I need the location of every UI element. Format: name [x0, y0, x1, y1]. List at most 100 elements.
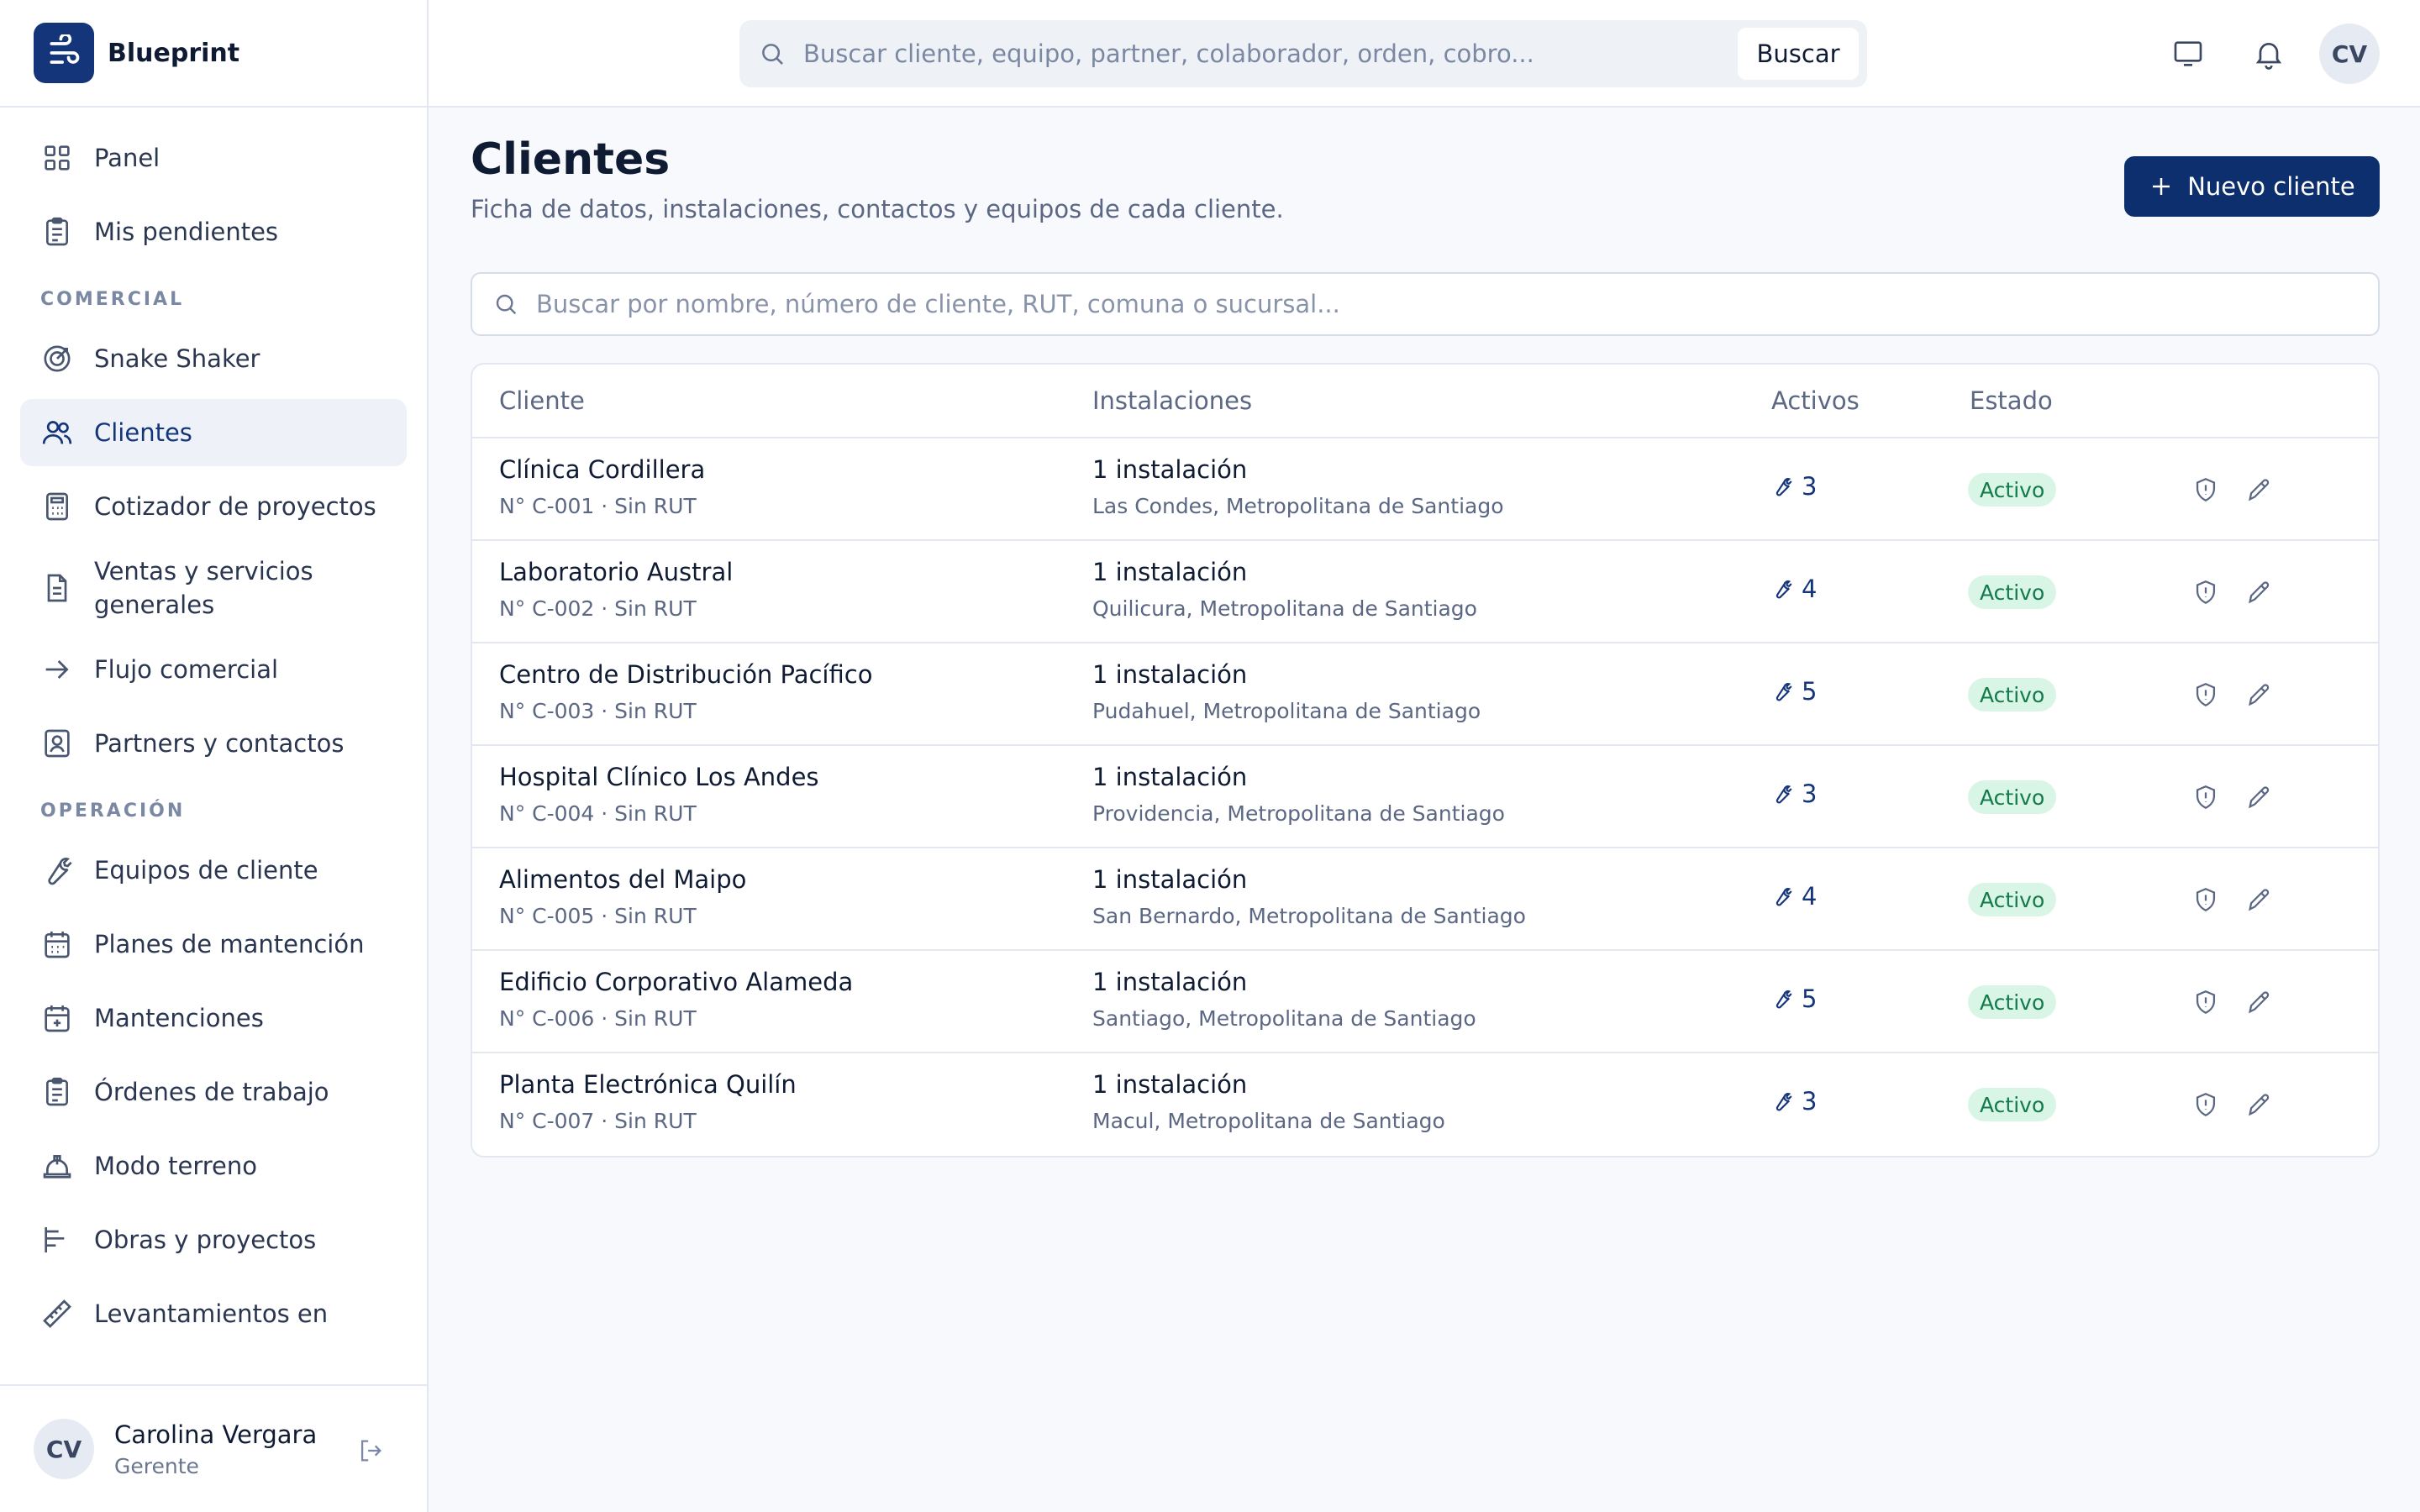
table-row[interactable]: Alimentos del Maipo N° C-005 · Sin RUT 1…	[472, 848, 2378, 951]
global-search-button[interactable]: Buscar	[1738, 28, 1859, 80]
client-name[interactable]: Clínica Cordillera	[499, 455, 705, 484]
client-name[interactable]: Hospital Clínico Los Andes	[499, 763, 819, 791]
edit-icon[interactable]	[2245, 885, 2274, 914]
top-avatar[interactable]: CV	[2319, 24, 2380, 84]
client-name[interactable]: Edificio Corporativo Alameda	[499, 968, 853, 996]
user-profile[interactable]: CV Carolina Vergara Gerente	[0, 1384, 427, 1512]
assets-value: 5	[1802, 984, 1818, 1013]
assets-count[interactable]: 3	[1771, 780, 1817, 808]
blueprint-logo-icon	[34, 23, 94, 83]
sidebar-item-mantenciones[interactable]: Mantenciones	[20, 984, 407, 1052]
sidebar-item-label: Partners y contactos	[94, 729, 345, 758]
header-activos[interactable]: Activos	[1771, 386, 1860, 415]
shield-icon[interactable]	[2191, 680, 2220, 709]
shield-icon[interactable]	[2191, 578, 2220, 606]
sidebar-item-ventas[interactable]: Ventas y servicios generales	[20, 547, 407, 629]
sidebar-nav: Panel Mis pendientes COMERCIAL Snake Sha…	[0, 108, 427, 1384]
assets-count[interactable]: 4	[1771, 575, 1817, 603]
installation-location: San Bernardo, Metropolitana de Santiago	[1092, 904, 1526, 928]
sidebar-item-obras[interactable]: Obras y proyectos	[20, 1206, 407, 1273]
sidebar-item-partners[interactable]: Partners y contactos	[20, 710, 407, 777]
sidebar-item-modo-terreno[interactable]: Modo terreno	[20, 1132, 407, 1200]
sidebar-item-label: Órdenes de trabajo	[94, 1078, 329, 1106]
edit-icon[interactable]	[2245, 783, 2274, 811]
sidebar-item-panel[interactable]: Panel	[20, 124, 407, 192]
client-search[interactable]: Buscar por nombre, número de cliente, RU…	[471, 272, 2380, 336]
assets-count[interactable]: 3	[1771, 1087, 1817, 1116]
wrench-icon	[1771, 475, 1793, 497]
user-avatar: CV	[34, 1419, 94, 1479]
global-search[interactable]: Buscar cliente, equipo, partner, colabor…	[739, 20, 1867, 87]
global-search-input[interactable]: Buscar cliente, equipo, partner, colabor…	[803, 39, 1738, 68]
table-row[interactable]: Edificio Corporativo Alameda N° C-006 · …	[472, 951, 2378, 1053]
table-row[interactable]: Clínica Cordillera N° C-001 · Sin RUT 1 …	[472, 438, 2378, 541]
installations-count: 1 instalación	[1092, 1070, 1248, 1099]
sidebar-item-flujo-comercial[interactable]: Flujo comercial	[20, 636, 407, 703]
installations-count: 1 instalación	[1092, 660, 1248, 689]
installation-location: Pudahuel, Metropolitana de Santiago	[1092, 699, 1481, 723]
sidebar-item-snake-shaker[interactable]: Snake Shaker	[20, 325, 407, 392]
topbar: Buscar cliente, equipo, partner, colabor…	[429, 0, 2420, 108]
shield-icon[interactable]	[2191, 1090, 2220, 1119]
bell-icon[interactable]	[2252, 37, 2286, 71]
edit-icon[interactable]	[2245, 988, 2274, 1016]
table-row[interactable]: Laboratorio Austral N° C-002 · Sin RUT 1…	[472, 541, 2378, 643]
sidebar-item-equipos[interactable]: Equipos de cliente	[20, 837, 407, 904]
table-row[interactable]: Centro de Distribución Pacífico N° C-003…	[472, 643, 2378, 746]
sidebar-item-levantamientos[interactable]: Levantamientos en	[20, 1280, 407, 1347]
status-badge: Activo	[1968, 678, 2057, 711]
plus-icon	[2149, 174, 2174, 199]
sidebar-item-label: Obras y proyectos	[94, 1226, 317, 1254]
edit-icon[interactable]	[2245, 680, 2274, 709]
client-number: N° C-004 · Sin RUT	[499, 801, 697, 826]
assets-count[interactable]: 3	[1771, 472, 1817, 501]
client-name[interactable]: Alimentos del Maipo	[499, 865, 746, 894]
client-name[interactable]: Laboratorio Austral	[499, 558, 733, 586]
installation-location: Quilicura, Metropolitana de Santiago	[1092, 596, 1477, 621]
installation-location: Santiago, Metropolitana de Santiago	[1092, 1006, 1476, 1031]
assets-value: 3	[1802, 780, 1818, 808]
sidebar-item-ordenes[interactable]: Órdenes de trabajo	[20, 1058, 407, 1126]
table-row[interactable]: Hospital Clínico Los Andes N° C-004 · Si…	[472, 746, 2378, 848]
table-row[interactable]: Planta Electrónica Quilín N° C-007 · Sin…	[472, 1053, 2378, 1156]
edit-icon[interactable]	[2245, 1090, 2274, 1119]
shield-icon[interactable]	[2191, 475, 2220, 504]
brand[interactable]: Blueprint	[0, 0, 427, 108]
status-badge: Activo	[1968, 575, 2057, 609]
header-estado[interactable]: Estado	[1970, 386, 2053, 415]
header-instalaciones[interactable]: Instalaciones	[1092, 386, 1252, 415]
page-title: Clientes	[471, 134, 671, 185]
wrench-icon	[1771, 783, 1793, 805]
grid-icon	[40, 141, 74, 175]
sidebar-item-mis-pendientes[interactable]: Mis pendientes	[20, 198, 407, 265]
client-name[interactable]: Centro de Distribución Pacífico	[499, 660, 872, 689]
shield-icon[interactable]	[2191, 783, 2220, 811]
assets-value: 4	[1802, 575, 1818, 603]
document-icon	[40, 571, 74, 605]
wrench-icon	[1771, 1090, 1793, 1112]
assets-count[interactable]: 5	[1771, 984, 1817, 1013]
sidebar-item-planes[interactable]: Planes de mantención	[20, 911, 407, 978]
gantt-icon	[40, 1223, 74, 1257]
assets-value: 4	[1802, 882, 1818, 911]
edit-icon[interactable]	[2245, 578, 2274, 606]
sidebar-item-cotizador[interactable]: Cotizador de proyectos	[20, 473, 407, 540]
client-search-input[interactable]: Buscar por nombre, número de cliente, RU…	[536, 290, 1340, 318]
shield-icon[interactable]	[2191, 885, 2220, 914]
sidebar-item-clientes[interactable]: Clientes	[20, 399, 407, 466]
header-cliente[interactable]: Cliente	[499, 386, 585, 415]
contact-icon	[40, 727, 74, 760]
new-client-button[interactable]: Nuevo cliente	[2124, 156, 2380, 217]
target-icon	[40, 342, 74, 375]
logout-icon[interactable]	[356, 1436, 385, 1465]
shield-icon[interactable]	[2191, 988, 2220, 1016]
assets-count[interactable]: 4	[1771, 882, 1817, 911]
clients-table: Cliente Instalaciones Activos Estado Clí…	[471, 363, 2380, 1158]
monitor-icon[interactable]	[2171, 37, 2205, 71]
edit-icon[interactable]	[2245, 475, 2274, 504]
client-name[interactable]: Planta Electrónica Quilín	[499, 1070, 797, 1099]
assets-value: 3	[1802, 1087, 1818, 1116]
search-icon	[758, 39, 786, 68]
assets-count[interactable]: 5	[1771, 677, 1817, 706]
sidebar-item-label: Flujo comercial	[94, 655, 279, 684]
